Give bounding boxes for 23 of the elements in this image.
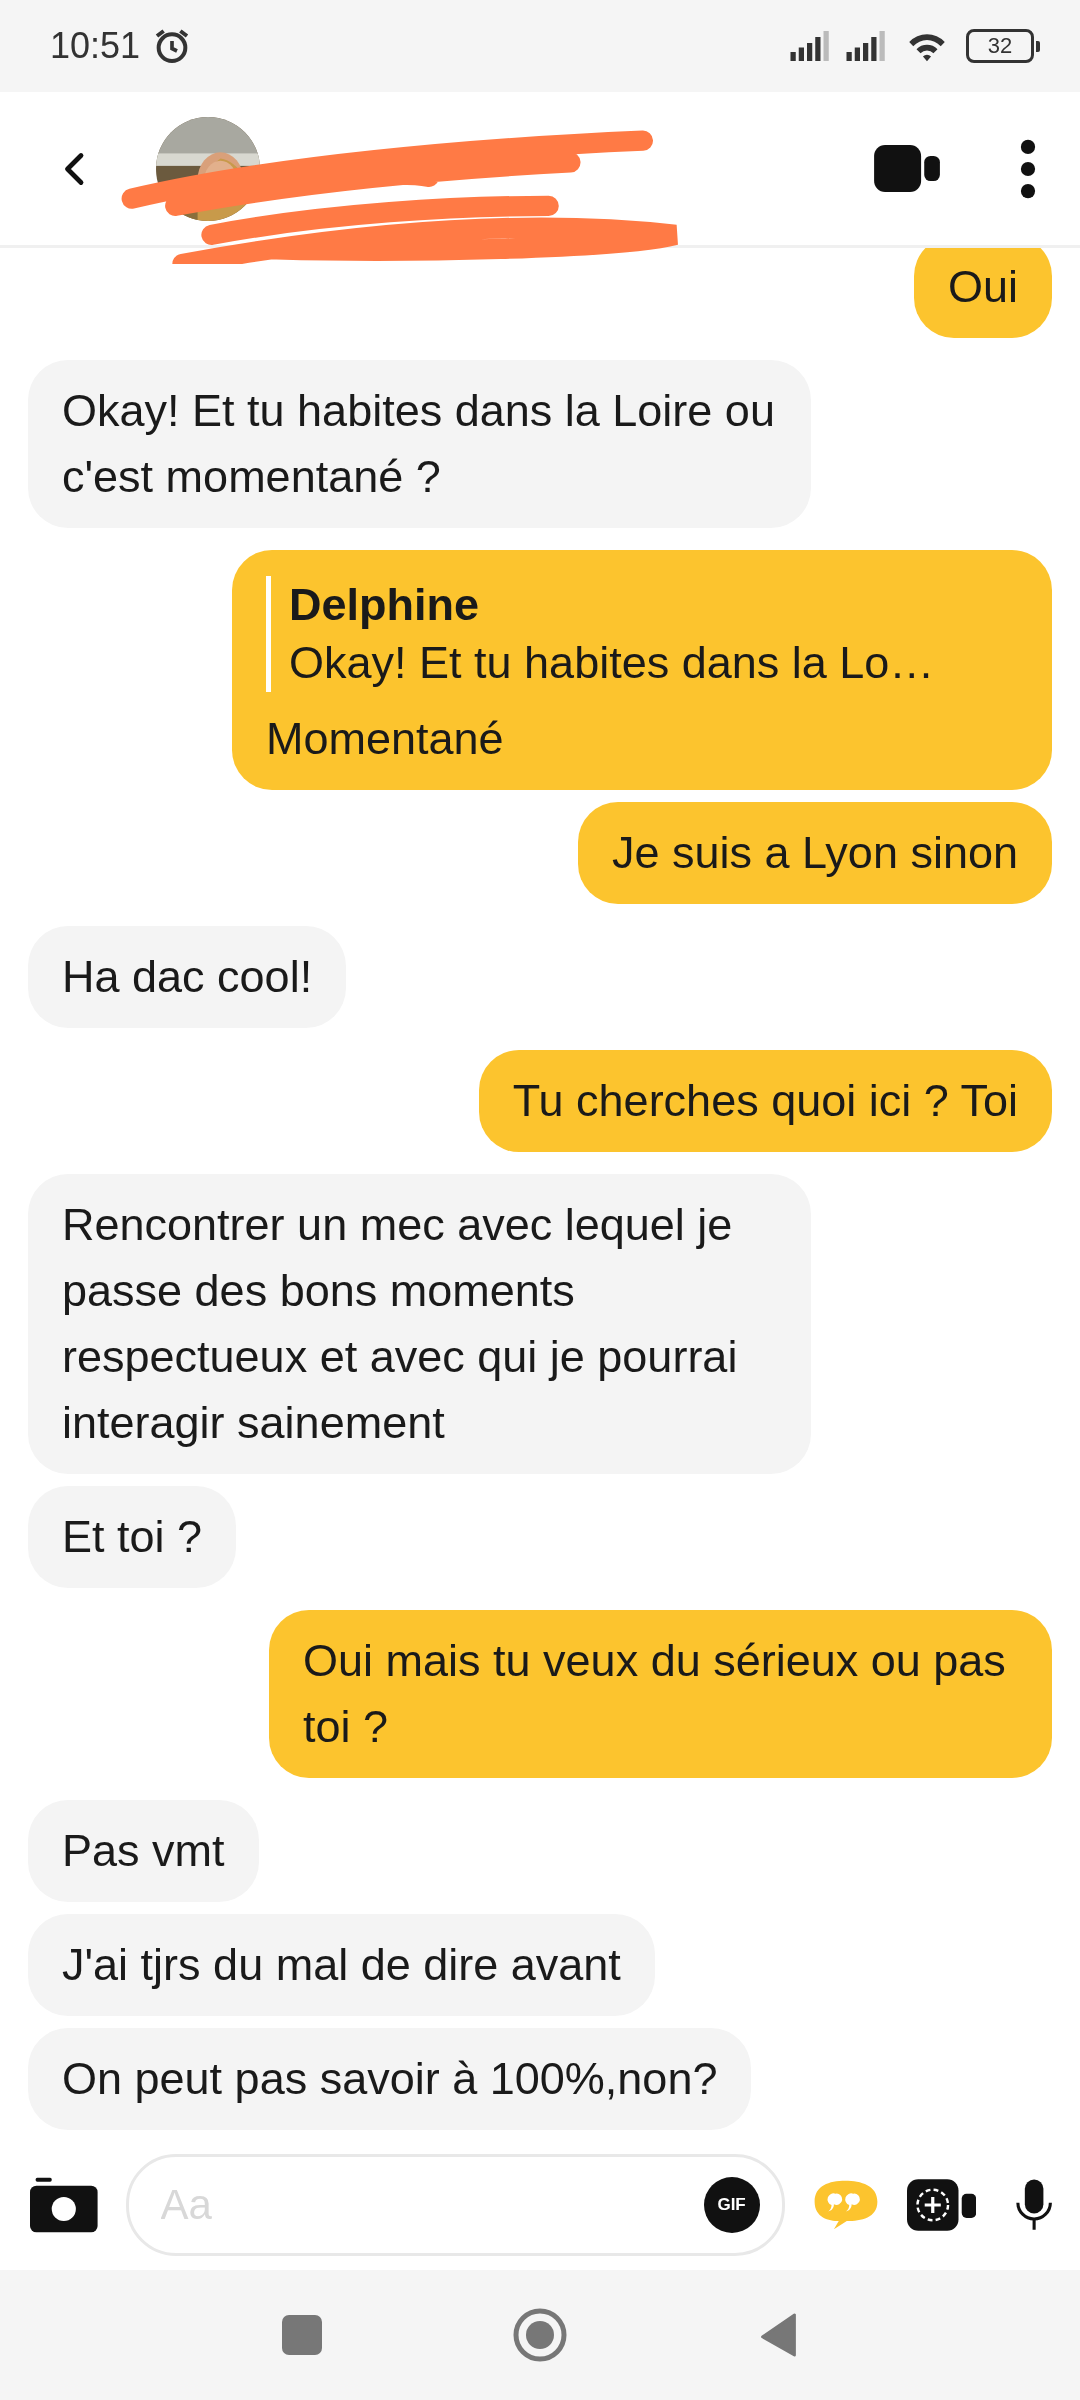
message-text: Momentané [266,712,505,766]
more-icon[interactable] [1020,138,1036,199]
recents-button[interactable] [282,2313,322,2357]
gif-button[interactable]: GIF [703,2177,760,2233]
message-bubble: On peut pas savoir à 100%,non? [28,2028,752,2130]
quote-author: Delphine [289,578,481,632]
signal-icon [788,31,832,61]
message-bubble: Je suis a Lyon sinon [577,802,1052,904]
message-bubble: Tu cherches quoi ici ? Toi [478,1050,1052,1152]
back-button[interactable] [758,2313,798,2357]
message-bubble: Oui mais tu veux du sérieux ou pas toi ? [269,1610,1052,1778]
message-bubble: Rencontrer un mec avec lequel je passe des bons moments respectueux et avec qui je pourrai interagir sainement [28,1174,811,1474]
video-call-icon[interactable] [874,145,940,192]
message-bubble: Ha dac cool! [28,926,347,1028]
message-bubble: Pas vmt [28,1800,259,1902]
home-button[interactable] [512,2307,568,2363]
message-bubble: Okay! Et tu habites dans la Loire ou c'est momentané ? [28,360,811,528]
message-bubble: Oui [913,248,1052,338]
signal-icon [844,31,888,61]
quote-text: Okay! Et tu habites dans la Lo… [289,636,936,690]
message-bubble: Et toi ? [28,1486,237,1588]
message-bubble: J'ai tjrs du mal de dire avant [28,1914,655,2016]
clock-time: 10:51 [50,25,141,67]
